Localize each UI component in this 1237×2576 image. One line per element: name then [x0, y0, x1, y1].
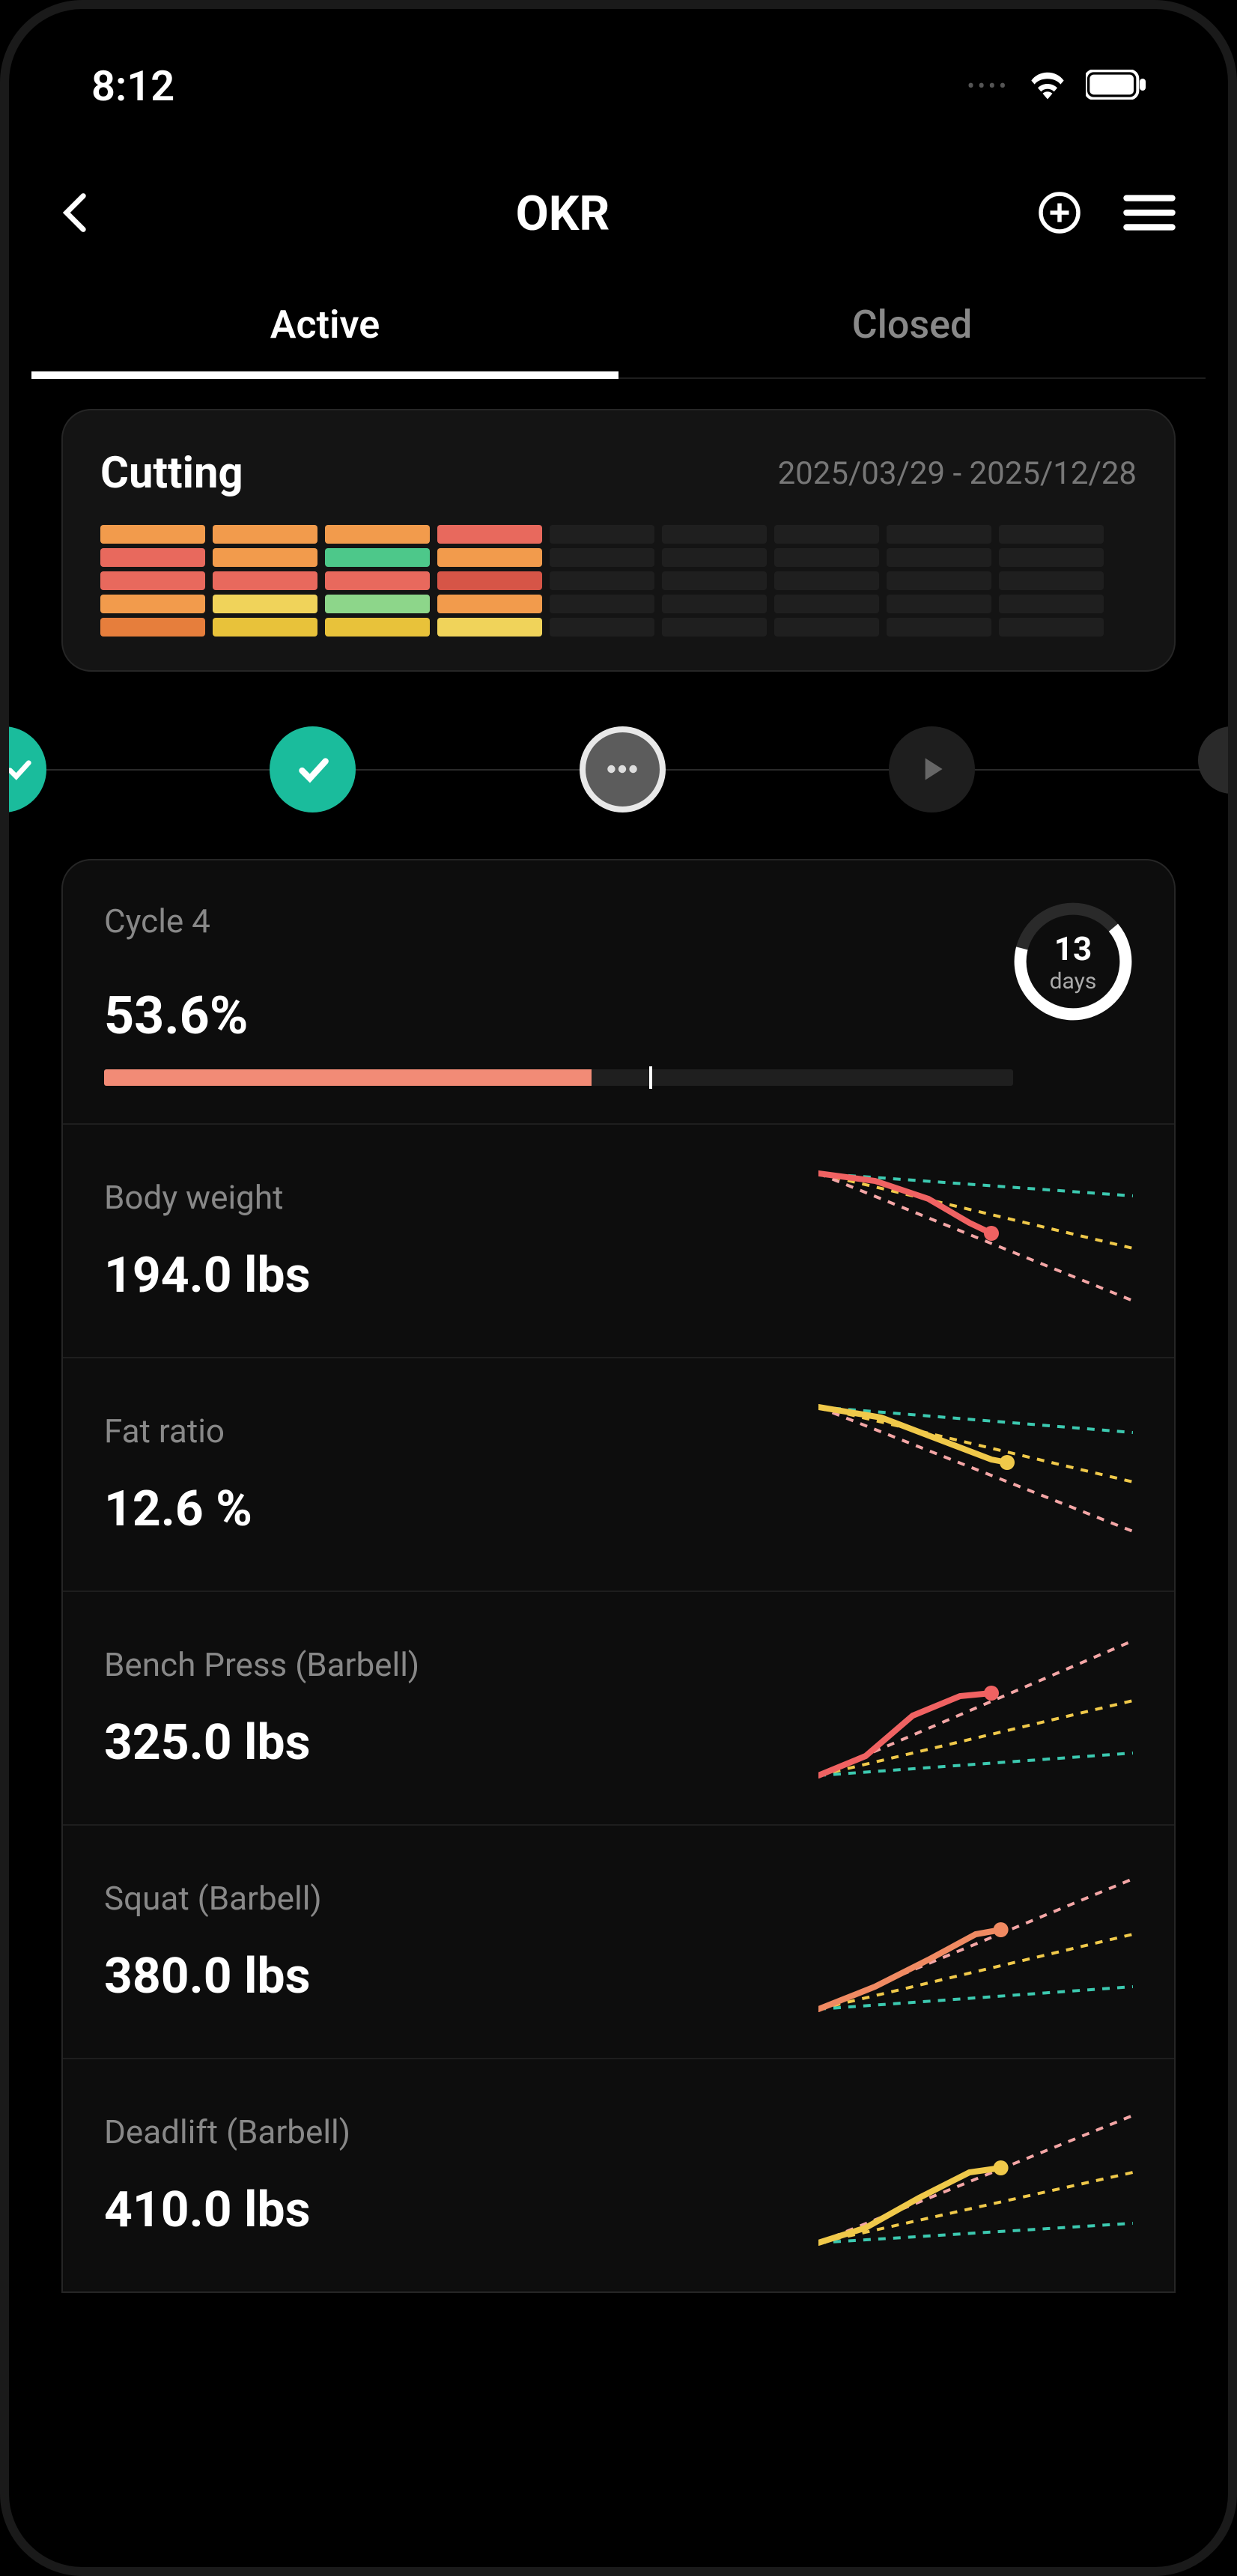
metric-sparkline — [818, 1166, 1133, 1316]
cutting-card[interactable]: Cutting 2025/03/29 - 2025/12/28 — [61, 409, 1176, 672]
metric-label: Deadlift (Barbell) — [104, 2112, 818, 2151]
back-button[interactable] — [61, 192, 88, 237]
menu-button[interactable] — [1123, 194, 1176, 234]
cycle-progress-bar — [104, 1069, 1013, 1086]
metric-sparkline — [818, 1400, 1133, 1549]
page-title: OKR — [516, 186, 610, 242]
cycle-header[interactable]: Cycle 4 53.6% 13 days — [63, 860, 1174, 1125]
metric-label: Fat ratio — [104, 1412, 818, 1450]
add-button[interactable] — [1037, 190, 1082, 238]
tab-active[interactable]: Active — [31, 279, 618, 377]
tabs: Active Closed — [31, 279, 1206, 379]
ring-days-num: 13 — [1054, 929, 1092, 968]
timeline-node-complete[interactable] — [270, 726, 356, 812]
metric-label: Body weight — [104, 1178, 818, 1217]
metric-value: 380.0 lbs — [104, 1948, 818, 2005]
battery-icon — [1086, 70, 1146, 103]
progress-tick — [649, 1066, 652, 1089]
metric-row[interactable]: Bench Press (Barbell) 325.0 lbs — [63, 1592, 1174, 1826]
metric-row[interactable]: Body weight 194.0 lbs — [63, 1125, 1174, 1358]
timeline-node-future[interactable] — [889, 726, 975, 812]
timeline-node-prev[interactable] — [9, 726, 46, 812]
cycle-timeline — [31, 724, 1206, 814]
wifi-icon — [1028, 70, 1067, 103]
app-header: OKR — [31, 141, 1206, 279]
progress-fill — [104, 1069, 592, 1086]
timeline-node-current[interactable] — [580, 726, 666, 812]
metric-row[interactable]: Fat ratio 12.6 % — [63, 1358, 1174, 1592]
cutting-date-range: 2025/03/29 - 2025/12/28 — [778, 455, 1137, 492]
cycle-percent: 53.6% — [104, 985, 1013, 1047]
metric-row[interactable]: Squat (Barbell) 380.0 lbs — [63, 1826, 1174, 2059]
cycle-label: Cycle 4 — [104, 902, 1013, 941]
cycle-card: Cycle 4 53.6% 13 days — [61, 859, 1176, 2293]
metric-sparkline — [818, 1633, 1133, 1783]
tab-closed[interactable]: Closed — [618, 279, 1206, 377]
status-icons: •••• — [967, 70, 1146, 103]
ring-days-label: days — [1050, 968, 1097, 994]
metric-value: 194.0 lbs — [104, 1247, 818, 1304]
cutting-header: Cutting 2025/03/29 - 2025/12/28 — [100, 448, 1137, 499]
metric-value: 12.6 % — [104, 1480, 818, 1538]
metric-sparkline — [818, 2100, 1133, 2250]
status-bar: 8:12 •••• — [31, 24, 1206, 141]
header-actions — [1037, 190, 1176, 238]
cellular-dots-icon: •••• — [967, 73, 1010, 100]
metric-row[interactable]: Deadlift (Barbell) 410.0 lbs — [63, 2059, 1174, 2291]
phone-frame: 8:12 •••• OKR — [0, 0, 1237, 2576]
metric-value: 410.0 lbs — [104, 2181, 818, 2239]
metric-sparkline — [818, 1867, 1133, 2017]
metric-label: Squat (Barbell) — [104, 1879, 818, 1918]
metric-label: Bench Press (Barbell) — [104, 1645, 818, 1684]
timeline-node-next[interactable] — [1198, 726, 1228, 794]
status-time: 8:12 — [91, 61, 174, 111]
metric-value: 325.0 lbs — [104, 1714, 818, 1772]
cutting-title: Cutting — [100, 448, 243, 499]
heatmap — [100, 525, 1137, 637]
cycle-days-ring: 13 days — [1013, 902, 1133, 1021]
screen: 8:12 •••• OKR — [9, 24, 1228, 2552]
